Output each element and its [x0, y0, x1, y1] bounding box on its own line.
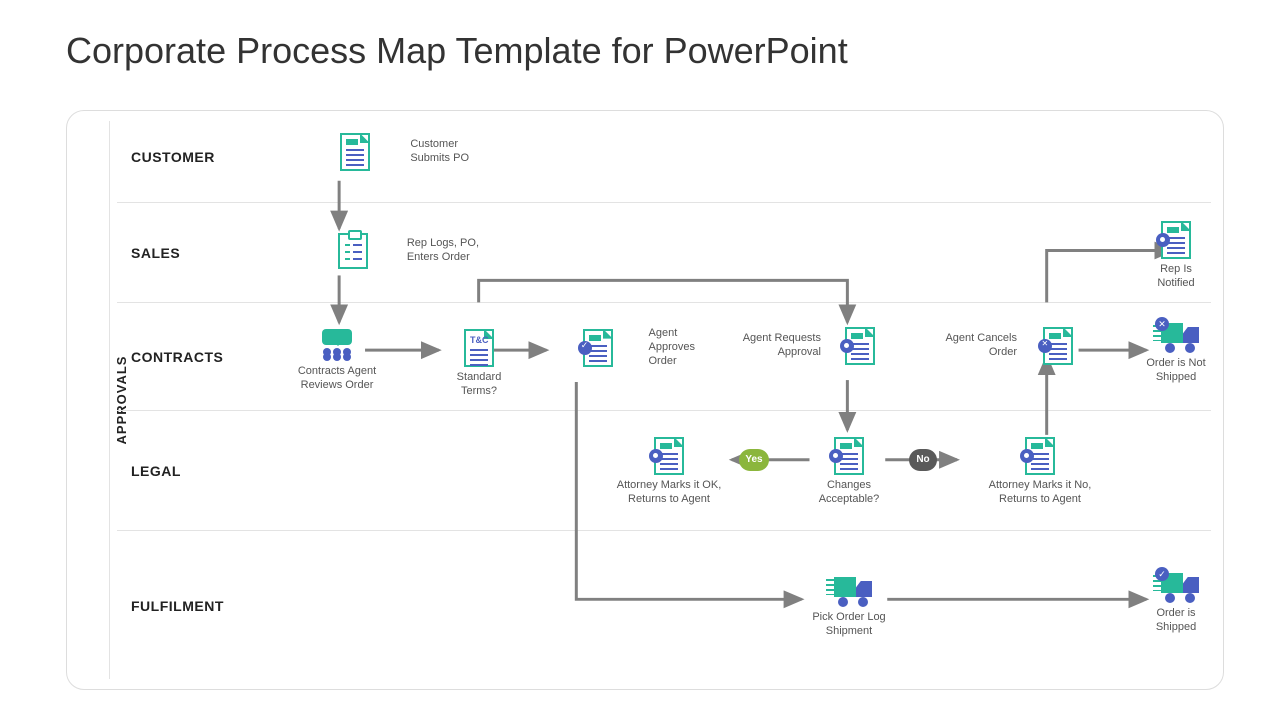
label-attorney-no: Attorney Marks it No, Returns to Agent — [965, 479, 1115, 507]
document-icon — [1161, 221, 1191, 259]
document-arrow-icon — [654, 437, 684, 475]
node-contracts-agent: Contracts Agent Reviews Order — [277, 329, 397, 393]
label-rep-notified: Rep Is Notified — [1121, 263, 1231, 291]
label-rep-logs: Rep Logs, PO, Enters Order — [407, 237, 479, 265]
node-agent-requests: Agent Requests Approval — [731, 327, 891, 365]
node-standard-terms: T&C Standard Terms? — [429, 329, 529, 399]
label-customer-submits: Customer Submits PO — [410, 138, 469, 166]
swimlane-frame: APPROVALS CUSTOMER SALES CONTRACTS LEGAL… — [66, 110, 1224, 690]
checklist-icon — [338, 233, 368, 269]
node-agent-approves: Agent Approves Order — [555, 327, 695, 368]
label-pick-order: Pick Order Log Shipment — [789, 611, 909, 639]
label-shipped: Order is Shipped — [1121, 607, 1231, 635]
node-pick-order: Pick Order Log Shipment — [789, 577, 909, 639]
label-attorney-ok: Attorney Marks it OK, Returns to Agent — [599, 479, 739, 507]
diagram-canvas: Customer Submits PO Rep Logs, PO, Enters… — [109, 111, 1223, 689]
node-shipped: ✓ Order is Shipped — [1121, 573, 1231, 635]
flow-arrows — [109, 111, 1223, 689]
truck-check-icon: ✓ — [1153, 573, 1199, 603]
tc-document-icon: T&C — [464, 329, 494, 367]
label-changes-acceptable: Changes Acceptable? — [789, 479, 909, 507]
document-alert-icon — [845, 327, 875, 365]
truck-icon — [826, 577, 872, 607]
document-arrow-icon — [1025, 437, 1055, 475]
truck-x-icon: ✕ — [1153, 323, 1199, 353]
document-check-icon — [583, 329, 613, 367]
node-attorney-no: Attorney Marks it No, Returns to Agent — [965, 437, 1115, 507]
page-title: Corporate Process Map Template for Power… — [0, 0, 1280, 92]
label-agent-cancels: Agent Cancels Order — [931, 332, 1017, 360]
label-standard-terms: Standard Terms? — [429, 371, 529, 399]
label-agent-requests: Agent Requests Approval — [731, 332, 821, 360]
decision-yes-badge: Yes — [739, 449, 769, 471]
label-contracts-agent: Contracts Agent Reviews Order — [277, 365, 397, 393]
document-icon — [340, 133, 370, 171]
decision-no-badge: No — [909, 449, 937, 471]
node-changes-acceptable: Changes Acceptable? — [789, 437, 909, 507]
label-agent-approves: Agent Approves Order — [649, 327, 695, 368]
team-icon — [318, 329, 356, 361]
node-not-shipped: ✕ Order is Not Shipped — [1121, 323, 1231, 385]
node-customer-submits: Customer Submits PO — [309, 133, 469, 171]
node-rep-notified: Rep Is Notified — [1121, 221, 1231, 291]
document-thumb-icon — [834, 437, 864, 475]
node-agent-cancels: Agent Cancels Order — [931, 327, 1091, 365]
document-x-icon — [1043, 327, 1073, 365]
label-not-shipped: Order is Not Shipped — [1121, 357, 1231, 385]
node-rep-logs: Rep Logs, PO, Enters Order — [309, 233, 479, 269]
node-attorney-ok: Attorney Marks it OK, Returns to Agent — [599, 437, 739, 507]
